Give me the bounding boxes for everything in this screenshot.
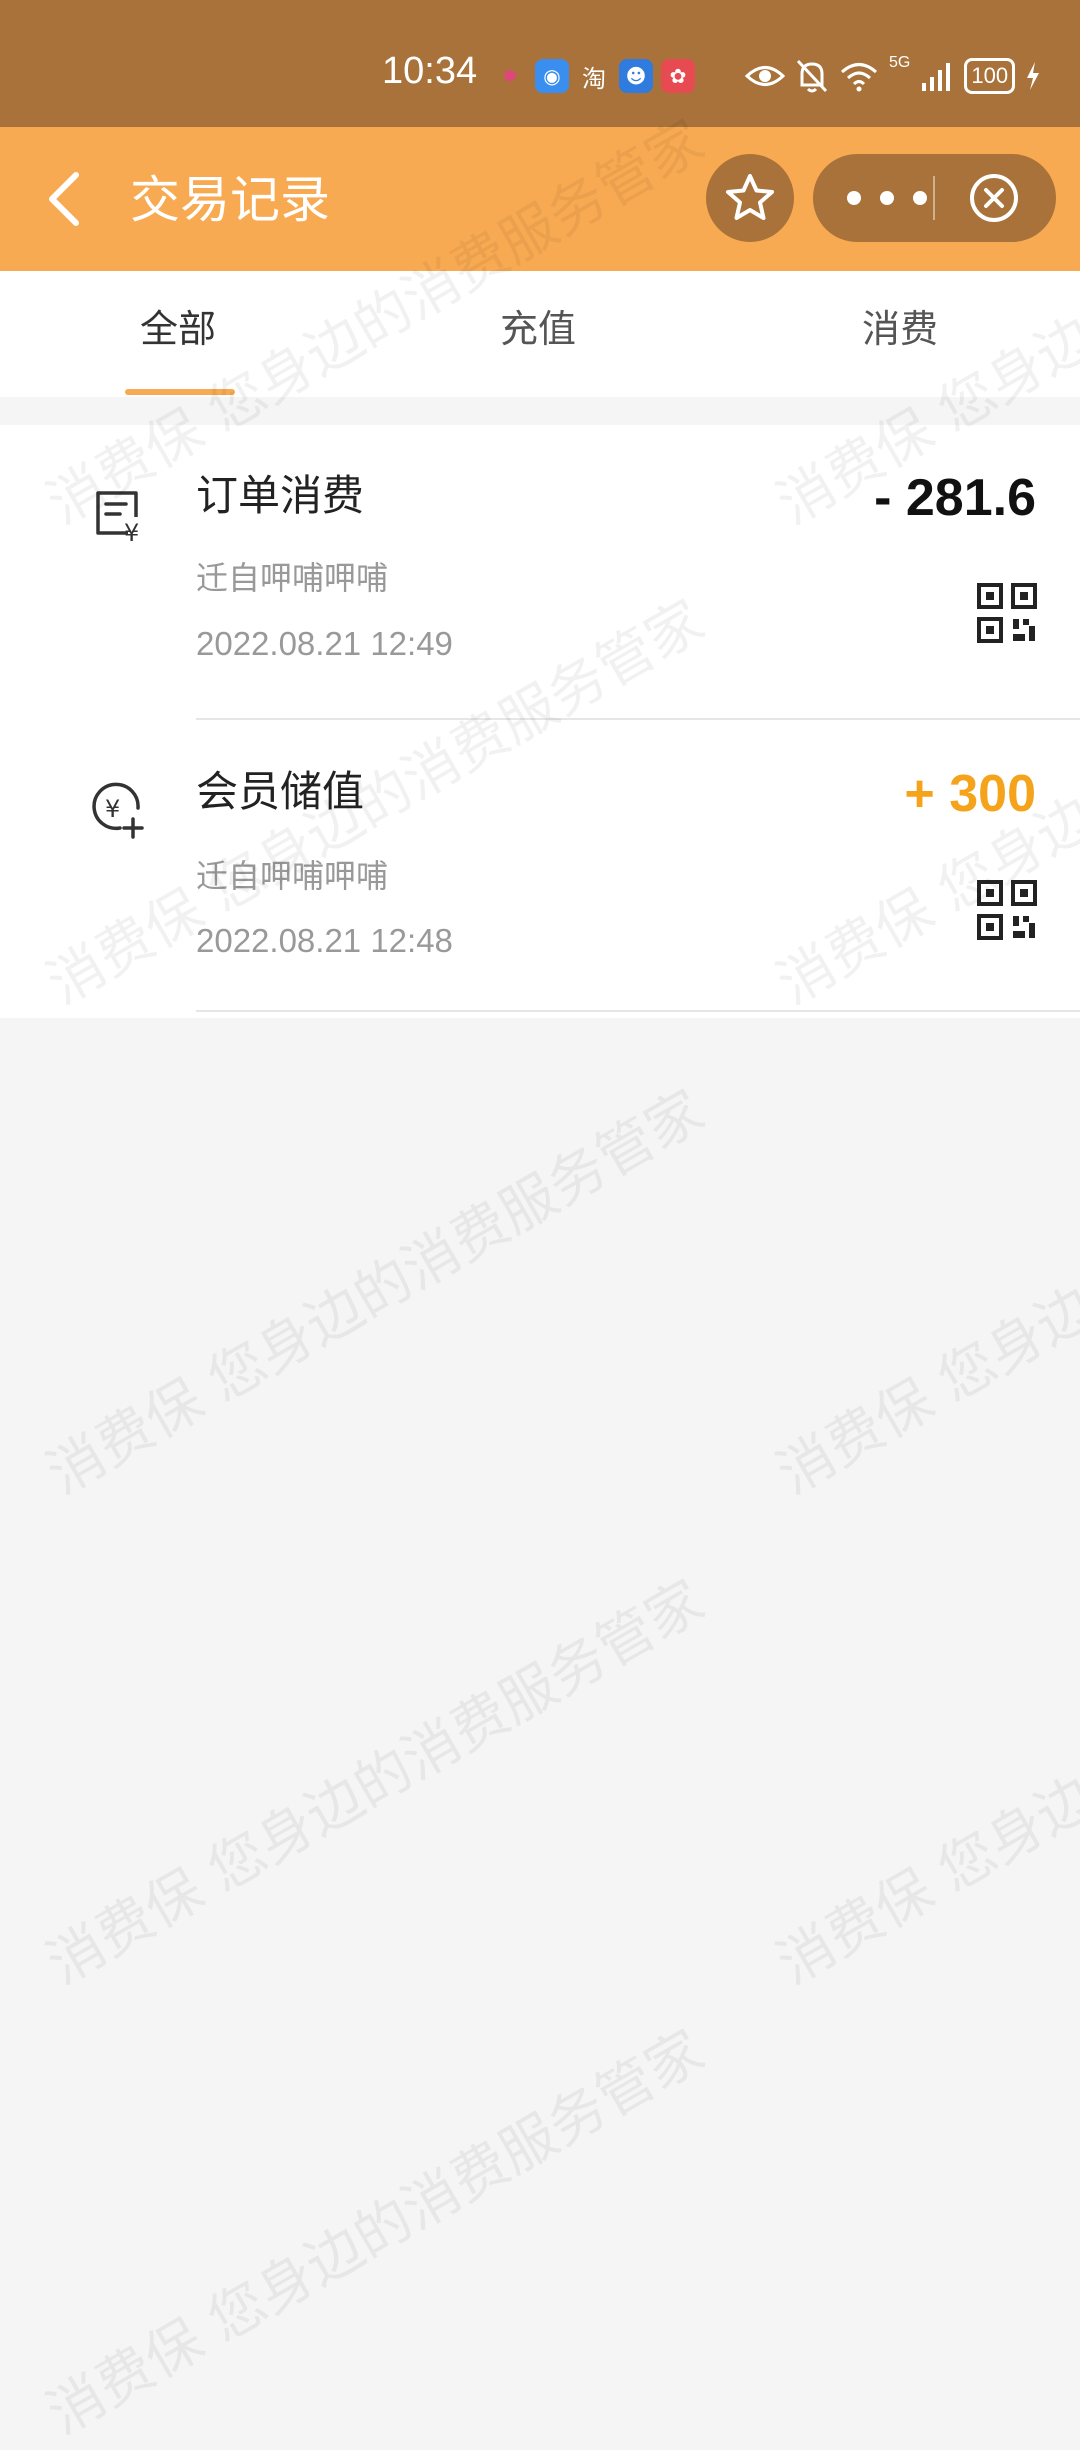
star-icon (726, 174, 774, 220)
watermark-text: 消费保 您身边的消费服务管家 (36, 2018, 715, 2448)
row-divider (196, 1010, 1080, 1012)
watermark-text: 消费保 您身边的消费服务管家 (36, 1568, 715, 1998)
status-bar: 10:34 ✸ ◉ 淘 ☻ ✿ 5G 100 (0, 0, 1080, 127)
status-indicators: 5G 100 (745, 54, 1041, 96)
battery-indicator: 100 (964, 58, 1016, 94)
tab-consume[interactable]: 消费 (862, 305, 938, 354)
chevron-left-icon (49, 172, 79, 226)
page-title: 交易记录 (130, 171, 330, 229)
more-dots-icon (913, 191, 927, 205)
watermark-text: 消费保 您身边的消费服务管家 (766, 1568, 1080, 1998)
more-button[interactable] (847, 184, 927, 212)
taobao-icon: 淘 (582, 64, 606, 93)
tab-recharge[interactable]: 充值 (500, 305, 576, 354)
transaction-title: 订单消费 (196, 471, 365, 520)
receipt-yuan-icon: ¥ (96, 491, 139, 545)
watermark-text: 消费保 您身边的消费服务管家 (766, 1078, 1080, 1508)
transaction-time: 2022.08.21 12:48 (196, 922, 453, 959)
status-app-icons: ✸ ◉ 淘 ☻ ✿ (493, 58, 703, 94)
tab-all[interactable]: 全部 (140, 305, 216, 354)
weibo-icon: ✸ (501, 64, 519, 88)
qr-code-icon[interactable] (976, 582, 1038, 644)
back-button[interactable] (40, 167, 100, 231)
more-dots-icon (880, 191, 894, 205)
transaction-list: ¥ 订单消费 迁自呷哺呷哺 2022.08.21 12:49 - 281.6 ¥… (0, 425, 1080, 1018)
list-item[interactable]: ¥ 会员储值 迁自呷哺呷哺 2022.08.21 12:48 + 300 (0, 721, 1080, 1017)
transaction-merchant: 迁自呷哺呷哺 (196, 857, 389, 895)
transaction-time: 2022.08.21 12:49 (196, 625, 453, 662)
active-tab-indicator (125, 389, 235, 395)
huawei-icon: ✿ (661, 59, 695, 93)
mini-program-capsule (813, 154, 1056, 242)
filter-tabs: 全部 充值 消费 (0, 271, 1080, 397)
yuan-plus-icon: ¥ (92, 782, 144, 839)
favorite-button[interactable] (706, 154, 794, 242)
transaction-amount: - 281.6 (874, 469, 1036, 527)
list-item[interactable]: ¥ 订单消费 迁自呷哺呷哺 2022.08.21 12:49 - 281.6 (0, 425, 1080, 721)
nav-bar: 交易记录 (0, 127, 1080, 271)
close-button[interactable] (968, 172, 1020, 224)
transaction-amount: + 300 (904, 765, 1036, 823)
svg-text:¥: ¥ (105, 795, 120, 823)
network-type: 5G (889, 54, 911, 71)
qr-code-icon[interactable] (976, 879, 1038, 941)
row-divider (196, 718, 1080, 720)
charging-icon (1027, 62, 1040, 90)
signal-icon (922, 63, 951, 91)
bell-muted-icon (796, 59, 828, 93)
capsule-divider (933, 176, 935, 220)
eye-icon (745, 66, 785, 86)
svg-text:¥: ¥ (124, 519, 139, 545)
watermark-text: 消费保 您身边的消费服务管家 (36, 1078, 715, 1508)
transaction-title: 会员储值 (196, 767, 365, 816)
wifi-icon (841, 63, 877, 92)
more-dots-icon (847, 191, 861, 205)
browser-icon: ◉ (535, 59, 569, 93)
status-time: 10:34 (382, 50, 478, 92)
close-circle-icon (970, 174, 1018, 222)
transaction-merchant: 迁自呷哺呷哺 (196, 559, 389, 597)
assistant-icon: ☻ (619, 59, 653, 93)
